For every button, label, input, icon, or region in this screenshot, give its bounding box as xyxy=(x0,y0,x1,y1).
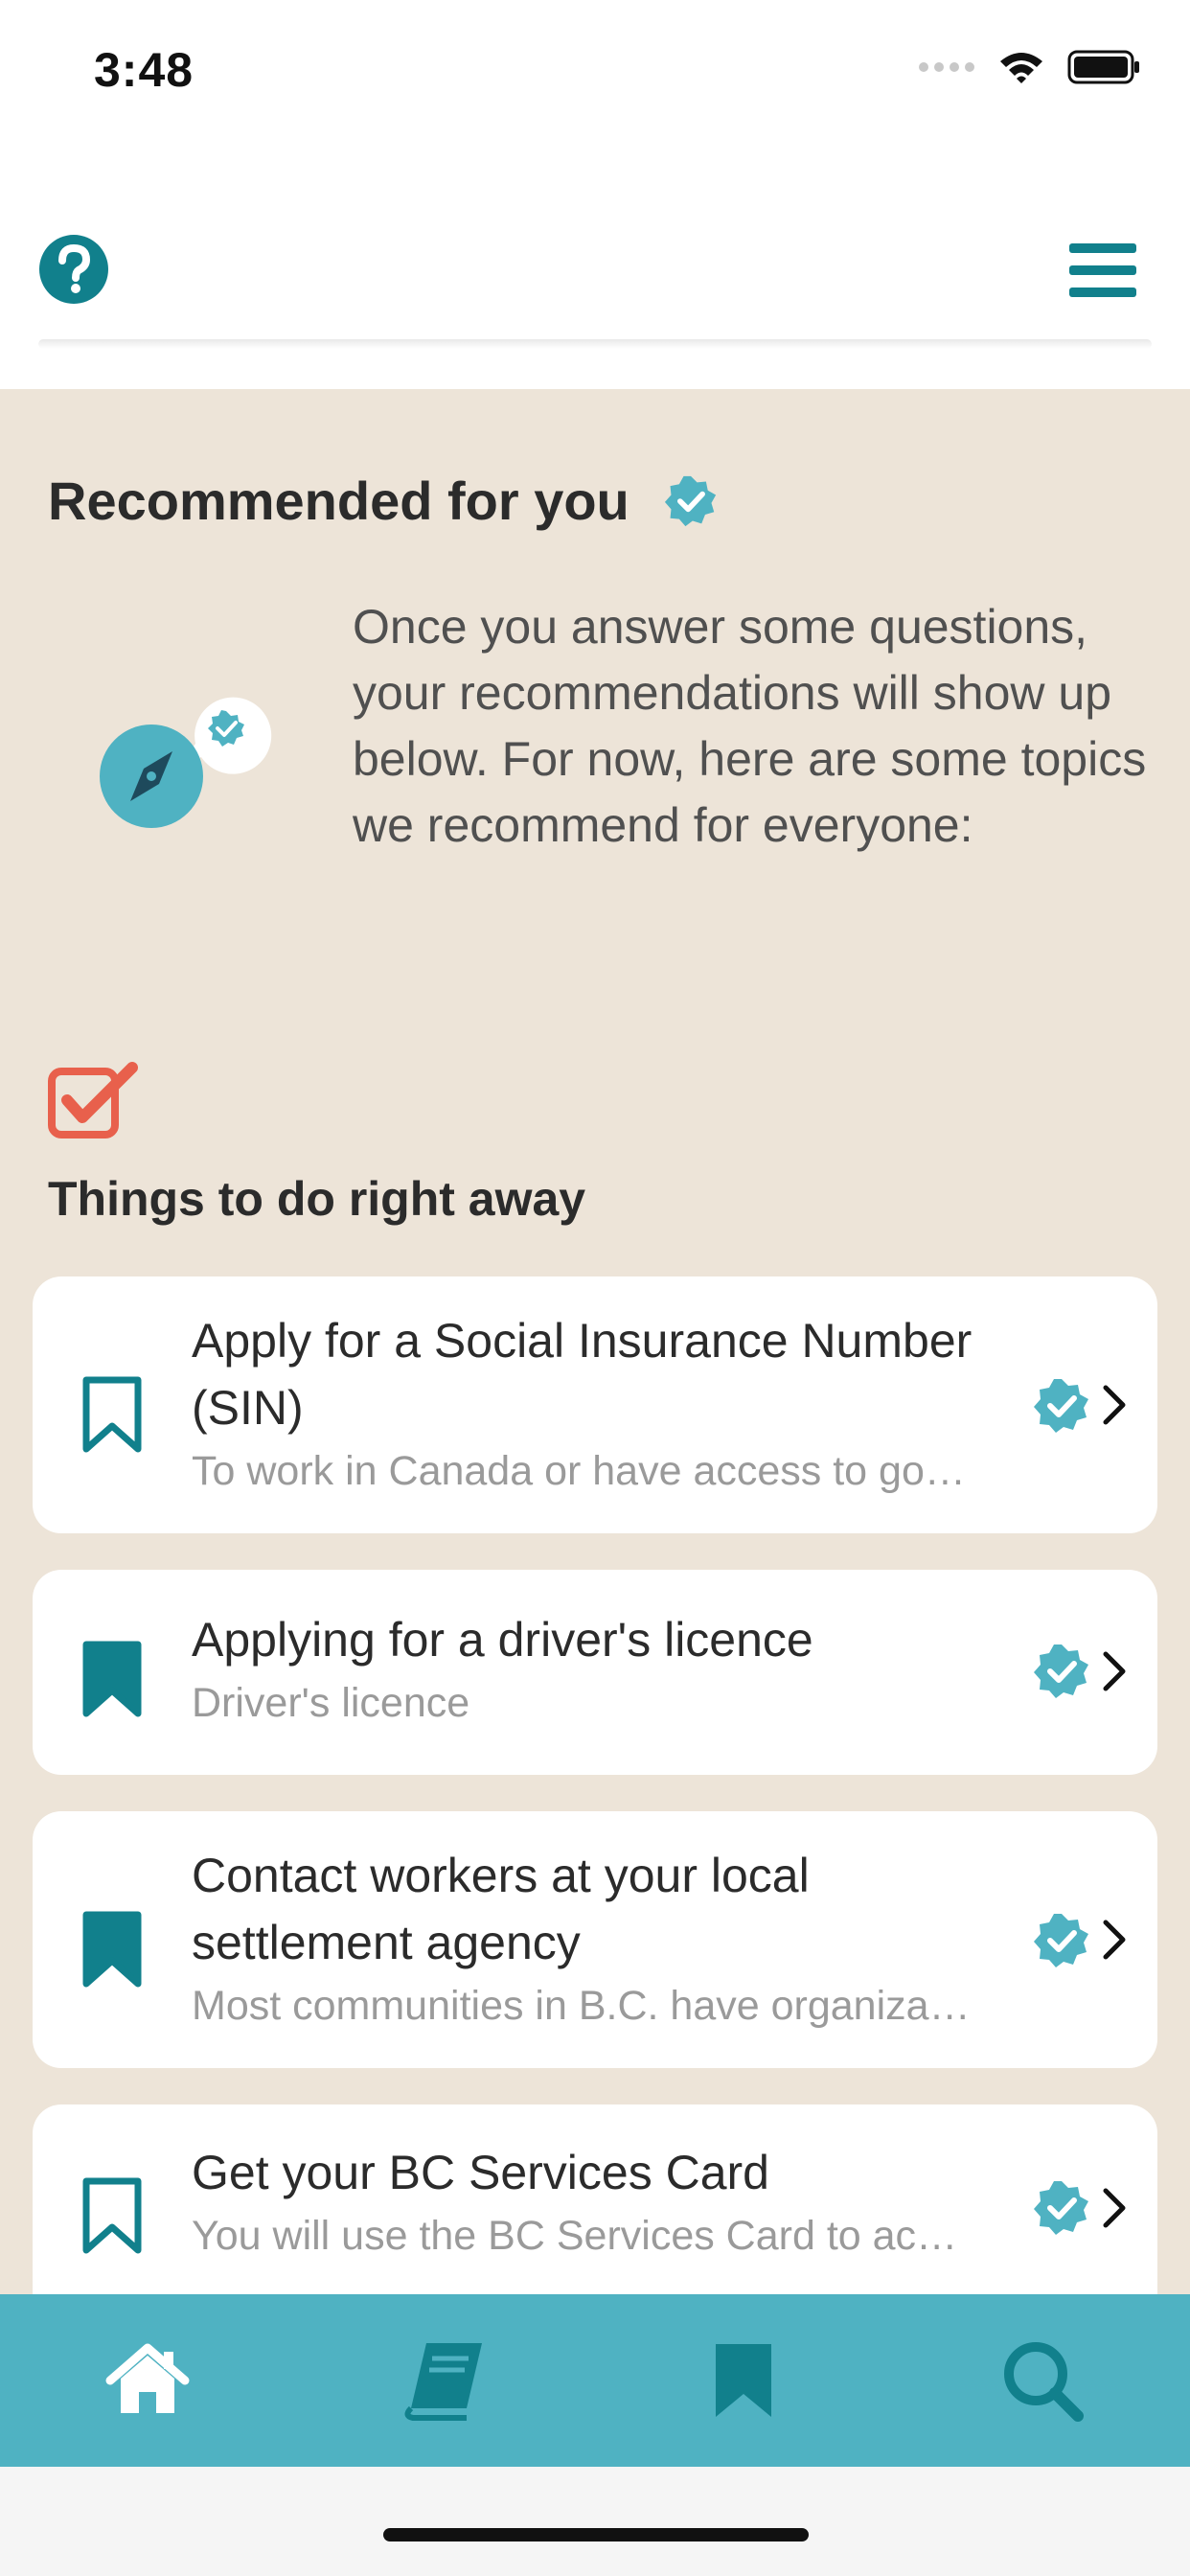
hamburger-menu-icon xyxy=(1069,243,1136,297)
card-subtitle: Most communities in B.C. have organizati… xyxy=(192,1983,975,2029)
home-indicator[interactable] xyxy=(383,2528,809,2542)
status-bar: 3:48 xyxy=(0,0,1190,144)
bookmark-outline-icon[interactable] xyxy=(79,2177,146,2254)
status-indicators xyxy=(918,50,1140,84)
intro-text: Once you answer some questions, your rec… xyxy=(353,600,1147,852)
card-subtitle: Driver's licence xyxy=(192,1680,470,1726)
cellular-signal-icon xyxy=(919,62,974,72)
list-item[interactable]: Apply for a Social Insurance Number (SIN… xyxy=(33,1276,1157,1533)
help-button[interactable] xyxy=(38,234,109,305)
chevron-right-icon xyxy=(1103,1385,1126,1425)
status-time: 3:48 xyxy=(94,43,195,97)
card-subtitle: To work in Canada or have access to gove… xyxy=(192,1448,975,1494)
app-header xyxy=(0,144,1190,341)
card-title: Get your BC Services Card xyxy=(192,2146,769,2199)
header-shadow xyxy=(38,339,1152,349)
book-icon xyxy=(404,2343,482,2421)
recommended-heading: Recommended for you xyxy=(48,470,718,532)
bookmark-filled-icon[interactable] xyxy=(79,1911,146,1988)
verified-badge-icon xyxy=(1034,1914,1088,1967)
list-item[interactable]: Contact workers at your local settlement… xyxy=(33,1811,1157,2068)
tab-home[interactable] xyxy=(102,2334,194,2426)
card-subtitle: You will use the BC Services Card to acc… xyxy=(192,2213,975,2259)
verified-badge-icon xyxy=(1034,1644,1088,1698)
tab-search[interactable] xyxy=(996,2334,1088,2426)
bookmark-outline-icon[interactable] xyxy=(79,1376,146,1453)
verified-badge-icon xyxy=(1034,2181,1088,2235)
checklist-icon xyxy=(48,1062,138,1142)
recommended-title: Recommended for you xyxy=(48,471,629,531)
section-title: Things to do right away xyxy=(48,1172,586,1226)
wifi-icon xyxy=(1000,53,1042,83)
bookmark-icon xyxy=(716,2344,771,2417)
battery-icon xyxy=(1067,50,1139,84)
home-indicator-area xyxy=(0,2467,1190,2576)
verified-badge-icon xyxy=(1034,1379,1088,1433)
chevron-right-icon xyxy=(1103,2188,1126,2228)
chevron-right-icon xyxy=(1103,1920,1126,1960)
tab-learn[interactable] xyxy=(400,2334,492,2426)
compass-illustration xyxy=(96,690,287,834)
bookmark-filled-icon[interactable] xyxy=(79,1641,146,1717)
question-circle-icon xyxy=(39,235,108,304)
search-icon xyxy=(1004,2342,1084,2422)
card-title: Apply for a Social Insurance Number (SIN… xyxy=(192,1314,973,1435)
home-icon xyxy=(105,2343,190,2413)
compass-icon xyxy=(100,697,272,828)
chevron-right-icon xyxy=(1103,1651,1126,1691)
list-item[interactable]: Applying for a driver's licence Driver's… xyxy=(33,1570,1157,1775)
verified-badge-icon xyxy=(664,475,716,526)
menu-button[interactable] xyxy=(1067,240,1138,301)
tab-bookmarks[interactable] xyxy=(698,2334,790,2426)
card-title: Contact workers at your local settlement… xyxy=(192,1849,810,1969)
card-title: Applying for a driver's licence xyxy=(192,1613,813,1667)
